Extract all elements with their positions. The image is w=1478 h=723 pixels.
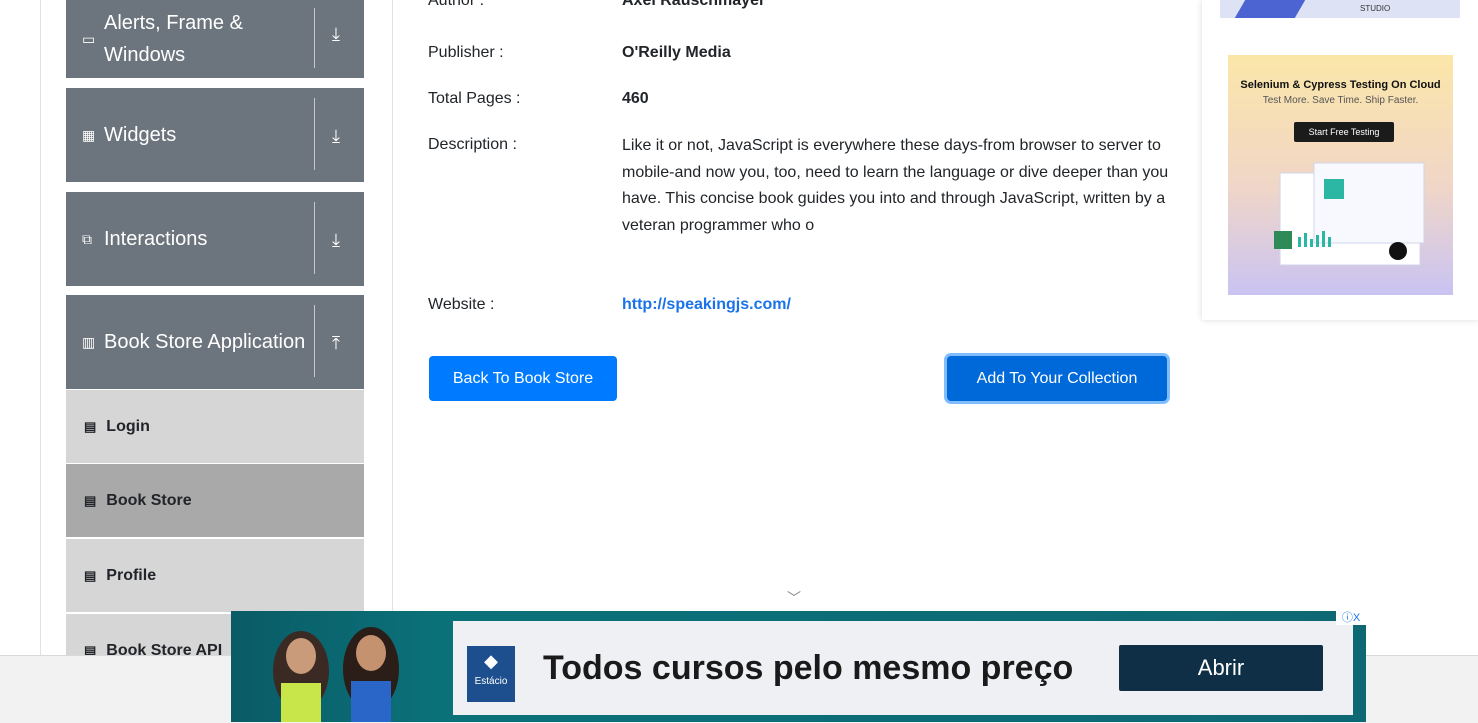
divider (314, 305, 315, 377)
ad-graphic (1234, 0, 1306, 18)
window-icon: ▭ (82, 31, 96, 47)
sidebar-group-label: Interactions (104, 228, 208, 250)
sidebar-group-alerts[interactable]: ▭ Alerts, Frame & Windows ⤓ (66, 0, 364, 78)
sidebar-item-login[interactable]: ▤ Login (66, 389, 364, 463)
divider (314, 202, 315, 274)
ad-headline: Todos cursos pelo mesmo preço (543, 649, 1074, 687)
chevron-down-icon[interactable]: ⤓ (332, 120, 340, 152)
scroll-down-icon[interactable]: ﹀ (787, 588, 801, 608)
ad-top-banner: STUDIO (1220, 0, 1460, 18)
publisher-label: Publisher : (428, 44, 504, 61)
widgets-icon: ▦ (82, 127, 96, 143)
total-pages-value: 460 (622, 90, 649, 107)
total-pages-label: Total Pages : (428, 90, 521, 107)
publisher-value: O'Reilly Media (622, 44, 731, 61)
sidebar-group-interactions[interactable]: ⧉ Interactions ⤓ (66, 192, 364, 286)
ad-people-image (273, 627, 399, 722)
content-border (392, 0, 393, 655)
sidebar-group-label: Alerts, Frame & Windows (104, 12, 243, 66)
website-link[interactable]: http://speakingjs.com/ (622, 296, 791, 314)
file-icon: ▤ (84, 492, 97, 508)
file-icon: ▤ (84, 567, 97, 583)
sidebar-item-book-store[interactable]: ▤ Book Store (66, 463, 364, 537)
author-label: Author : (428, 0, 485, 9)
chevron-up-icon[interactable]: ⤒ (332, 327, 340, 359)
chevron-down-icon[interactable]: ⤓ (332, 18, 340, 50)
chevron-down-icon[interactable]: ⤓ (332, 224, 340, 256)
adchoices-close-icon[interactable]: ⓘX (1336, 611, 1366, 625)
ad-card[interactable]: Selenium & Cypress Testing On Cloud Test… (1228, 55, 1453, 295)
bottom-advertisement[interactable]: ◆ Estácio Todos cursos pelo mesmo preço … (231, 611, 1366, 722)
side-advertisement[interactable]: STUDIO Selenium & Cypress Testing On Clo… (1202, 0, 1478, 320)
sidebar-item-label: Book Store (106, 491, 192, 509)
add-to-collection-button[interactable]: Add To Your Collection (947, 356, 1167, 401)
description-value: Like it or not, JavaScript is everywhere… (622, 137, 1169, 234)
sidebar-group-label: Widgets (104, 124, 177, 146)
sidebar-item-label: Login (106, 417, 150, 435)
sidebar-group-bookstore[interactable]: ▥ Book Store Application ⤒ (66, 295, 364, 389)
description-label: Description : (428, 136, 517, 153)
interactions-icon: ⧉ (82, 231, 92, 247)
sidebar-item-profile[interactable]: ▤ Profile (66, 538, 364, 612)
dashboard-illustration-icon (1274, 162, 1425, 266)
author-value: Axel Rauschmayer (622, 0, 766, 9)
sidebar-border (40, 0, 41, 655)
estacio-logo-icon: ◆ Estácio (467, 646, 515, 702)
sidebar-group-widgets[interactable]: ▦ Widgets ⤓ (66, 88, 364, 182)
ad-studio-text: STUDIO (1360, 4, 1391, 13)
sidebar-item-label: Profile (106, 566, 157, 584)
ad-banner[interactable]: ◆ Estácio Todos cursos pelo mesmo preço … (453, 621, 1353, 715)
website-label: Website : (428, 296, 495, 313)
logo-text: Estácio (474, 676, 508, 687)
divider (314, 8, 315, 68)
divider (314, 98, 315, 170)
back-to-book-store-button[interactable]: Back To Book Store (429, 356, 617, 401)
library-icon: ▥ (82, 334, 96, 350)
file-icon: ▤ (84, 418, 97, 434)
sidebar-group-label: Book Store Application (104, 331, 306, 353)
ad-open-button[interactable]: Abrir (1119, 645, 1323, 691)
